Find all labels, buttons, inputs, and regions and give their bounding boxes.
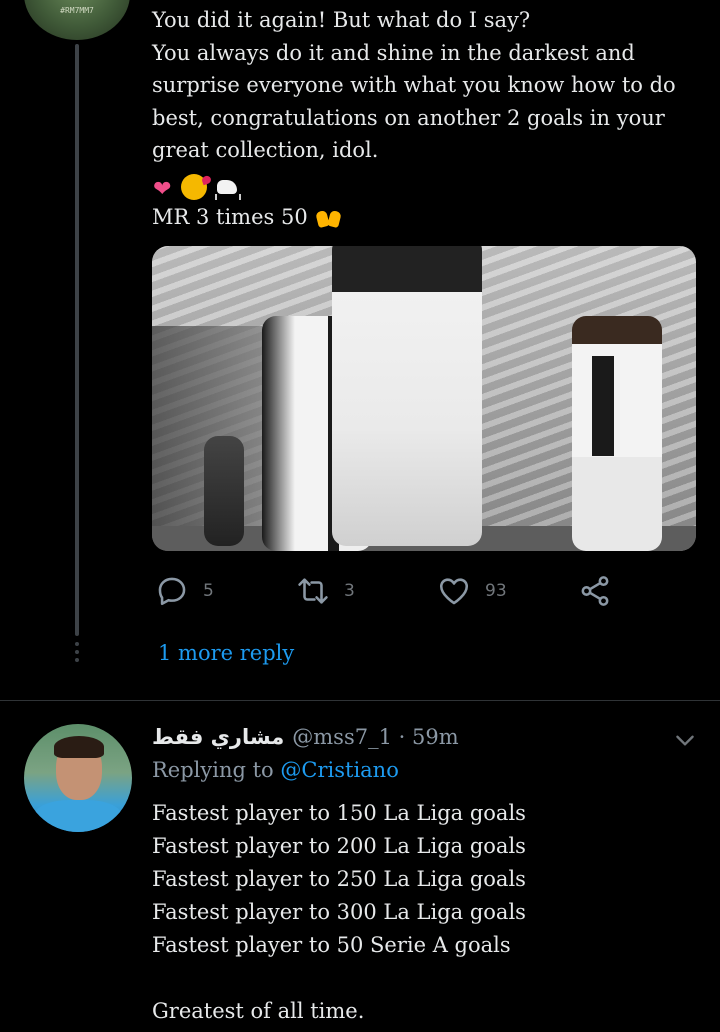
emoji-row: ❤ — [153, 170, 241, 202]
kissing-face-emoji — [181, 174, 207, 200]
heart-emoji: ❤ — [153, 177, 172, 202]
share-button[interactable] — [578, 574, 612, 608]
like-button[interactable]: 93 — [437, 574, 507, 608]
share-icon — [581, 576, 609, 606]
reply-button[interactable]: 5 — [155, 574, 214, 608]
display-name[interactable]: مشاري فقط — [152, 725, 284, 749]
mr-text: MR 3 times 50 — [152, 205, 308, 229]
retweet-icon — [298, 578, 328, 604]
retweet-count: 3 — [344, 581, 355, 601]
player-figure — [332, 246, 482, 546]
separator-dot: · — [398, 725, 406, 749]
replying-to: Replying to @Cristiano — [152, 758, 399, 782]
replying-prefix: Replying to — [152, 758, 274, 782]
divider — [0, 700, 720, 701]
heart-icon — [439, 578, 469, 605]
tweet-text: You did it again! But what do I say? You… — [152, 8, 676, 162]
show-more-replies-link[interactable]: 1 more reply — [158, 641, 294, 665]
thread-dots — [75, 642, 79, 666]
thread-line — [75, 44, 79, 636]
user-handle[interactable]: @mss7_1 — [292, 725, 392, 749]
tweet-text: Fastest player to 150 La Liga goals Fast… — [152, 801, 526, 1023]
reply-count: 5 — [203, 581, 214, 601]
goat-emoji — [211, 174, 241, 200]
retweet-button[interactable]: 3 — [296, 574, 355, 608]
like-count: 93 — [485, 581, 507, 601]
player-figure — [572, 316, 662, 551]
avatar-hair — [54, 736, 104, 758]
reply-icon — [158, 577, 186, 606]
tweet-header: مشاري فقط @mss7_1 · 59m — [152, 722, 459, 752]
chevron-down-icon[interactable] — [672, 727, 698, 753]
mention-link[interactable]: @Cristiano — [280, 758, 398, 782]
timestamp[interactable]: 59m — [412, 725, 459, 749]
mr-line: MR 3 times 50 — [152, 200, 344, 233]
avatar-shirt — [34, 800, 122, 832]
raising-hands-emoji — [314, 205, 344, 229]
player-figure — [204, 436, 244, 546]
tweet-photo[interactable] — [152, 246, 696, 551]
avatar-tag: #RM7MM7 — [60, 6, 94, 15]
avatar[interactable] — [24, 724, 132, 832]
avatar[interactable]: #RM7MM7 — [24, 0, 130, 40]
